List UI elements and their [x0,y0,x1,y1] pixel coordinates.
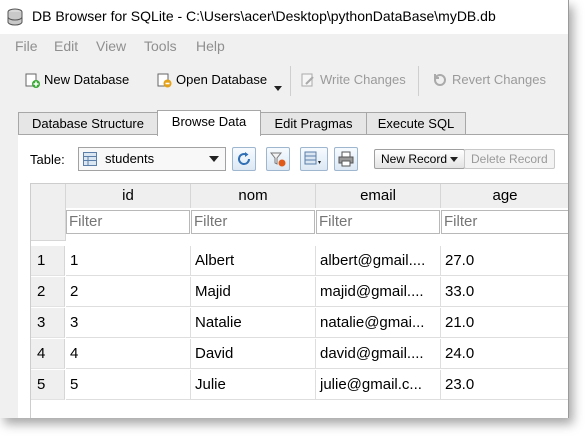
write-changes-button[interactable]: Write Changes [300,70,416,92]
filter-input-age[interactable] [441,210,568,234]
write-changes-label: Write Changes [320,72,406,87]
column-header-nom[interactable]: nom [191,184,316,208]
refresh-icon [238,152,251,165]
revert-changes-button[interactable]: Revert Changes [432,70,562,92]
table-toolbar: Table: students New Record Delete Record [18,135,568,179]
write-changes-icon [301,73,314,87]
revert-changes-label: Revert Changes [452,72,546,87]
tab-database-structure[interactable]: Database Structure [18,112,158,135]
table-cell[interactable]: 4 [66,339,191,369]
table-cell[interactable]: 1 [66,246,191,276]
table-cell[interactable]: 33.0 [441,277,568,307]
table-cell[interactable]: David [191,339,316,369]
menu-tools[interactable]: Tools [144,38,177,54]
chevron-down-icon [450,157,459,163]
menu-file[interactable]: File [15,38,38,54]
table-cell[interactable]: 3 [66,308,191,338]
column-header-age[interactable]: age [441,184,568,208]
grid-corner [31,184,66,241]
table-cell[interactable]: 21.0 [441,308,568,338]
table-label: Table: [30,152,65,167]
table-select[interactable]: students [78,147,226,171]
printer-icon [338,151,354,167]
filter-input-id[interactable] [66,210,190,234]
browse-data-panel: Table: students New Record Delete Record… [18,134,569,418]
new-database-button[interactable]: New Database [24,70,144,92]
new-record-label: New Record [381,152,448,166]
new-record-button[interactable]: New Record [374,149,466,169]
table-cell[interactable]: 2 [66,277,191,307]
column-header-id[interactable]: id [66,184,191,208]
window-title: DB Browser for SQLite - C:\Users\acer\De… [32,8,496,24]
refresh-button[interactable] [232,147,256,171]
table-cell[interactable]: julie@gmail.c... [316,370,441,400]
row-header[interactable]: 2 [31,277,65,307]
main-toolbar: New Database Open Database Write Changes [0,58,568,104]
table-cell[interactable]: Majid [191,277,316,307]
menu-edit[interactable]: Edit [54,38,78,54]
new-database-icon [25,73,40,88]
table-cell[interactable]: Julie [191,370,316,400]
row-header[interactable]: 4 [31,339,65,369]
table-cell[interactable]: albert@gmail.... [316,246,441,276]
vertical-scrollbar[interactable] [568,208,569,418]
row-header[interactable]: 1 [31,246,65,276]
table-cell[interactable]: Natalie [191,308,316,338]
filter-input-nom[interactable] [191,210,315,234]
delete-record-button[interactable]: Delete Record [464,149,555,169]
row-header[interactable]: 3 [31,308,65,338]
open-database-label: Open Database [176,72,268,87]
title-bar: DB Browser for SQLite - C:\Users\acer\De… [0,0,568,35]
print-button[interactable] [334,147,358,171]
new-database-label: New Database [44,72,130,87]
tab-execute-sql[interactable]: Execute SQL [366,112,466,135]
tab-edit-pragmas[interactable]: Edit Pragmas [260,112,367,135]
menu-help[interactable]: Help [196,38,225,54]
table-cell[interactable]: Albert [191,246,316,276]
revert-changes-icon [434,74,446,86]
toolbar-separator [290,66,291,96]
save-table-icon [304,151,321,165]
open-database-button[interactable]: Open Database [156,70,286,92]
open-database-dropdown-arrow[interactable] [274,86,282,91]
save-table-button[interactable] [300,147,328,171]
table-cell[interactable]: majid@gmail.... [316,277,441,307]
menu-bar: File Edit View Tools Help [0,34,568,58]
tab-browse-data[interactable]: Browse Data [157,110,261,136]
table-cell[interactable]: natalie@gmai... [316,308,441,338]
column-header-email[interactable]: email [316,184,441,208]
table-icon [83,152,97,166]
clear-filters-button[interactable] [266,147,290,171]
table-cell[interactable]: 27.0 [441,246,568,276]
chevron-down-icon [209,156,219,162]
table-cell[interactable]: david@gmail.... [316,339,441,369]
table-cell[interactable]: 23.0 [441,370,568,400]
database-icon [7,8,23,26]
application-window: DB Browser for SQLite - C:\Users\acer\De… [0,0,569,418]
row-header[interactable]: 5 [31,370,65,400]
table-cell[interactable]: 24.0 [441,339,568,369]
table-cell[interactable]: 5 [66,370,191,400]
filter-input-email[interactable] [316,210,440,234]
data-grid: id nom email age 1 1 Albert albert@gmail… [30,183,569,418]
open-database-icon [157,73,172,88]
menu-view[interactable]: View [96,38,126,54]
toolbar-separator [418,66,419,96]
clear-filter-icon [270,152,286,167]
table-select-value: students [105,151,155,166]
